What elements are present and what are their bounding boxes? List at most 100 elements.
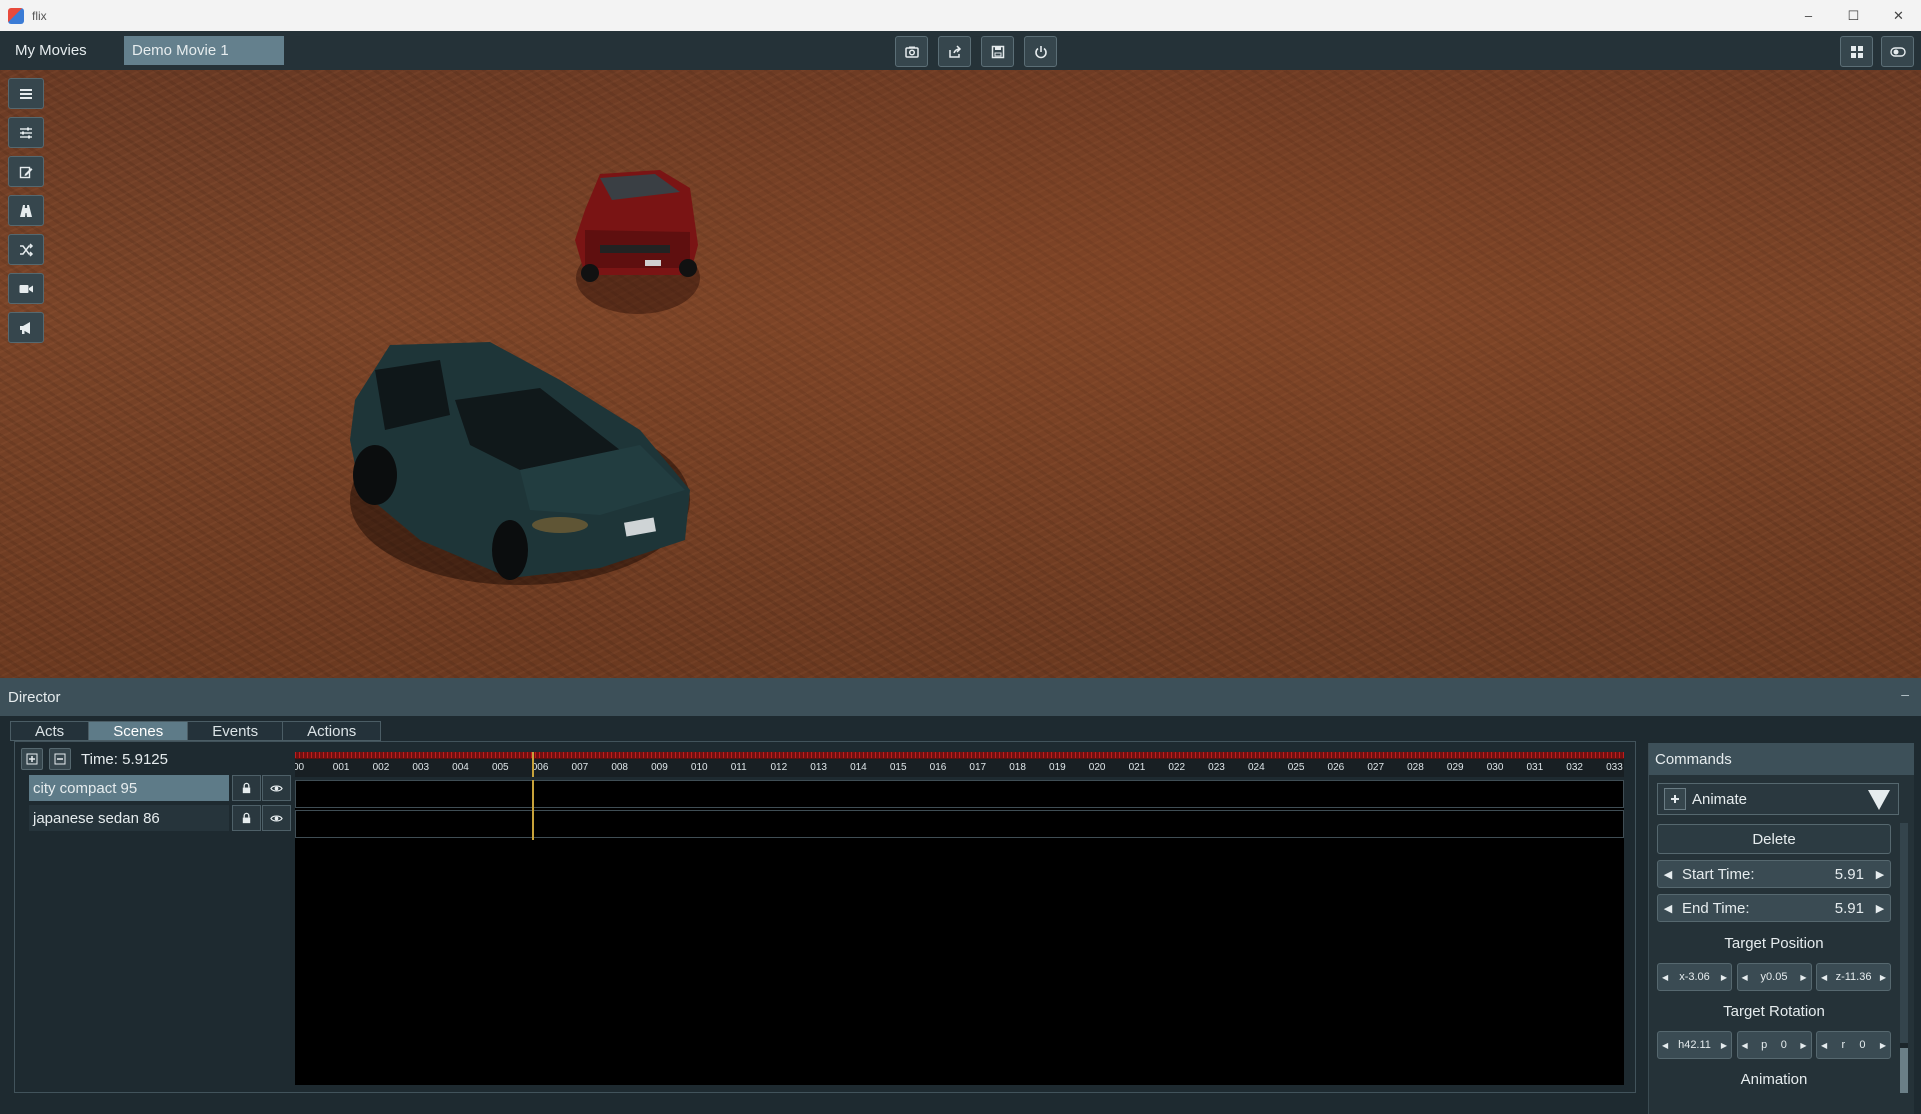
viewport-scene-render [350,170,700,585]
chevron-down-icon[interactable] [1868,790,1890,810]
ruler-tick-label: 019 [1049,762,1066,773]
position-x-stepper[interactable]: ◀ x-3.06 ▶ [1657,963,1732,991]
ruler-marks [295,752,1624,759]
decrement-arrow-icon[interactable]: ◀ [1658,902,1678,915]
share-button[interactable] [938,36,971,67]
increment-arrow-icon[interactable]: ▶ [1870,868,1890,881]
rotation-p-stepper[interactable]: ◀ p 0 ▶ [1736,1031,1812,1059]
layout-button[interactable] [1840,36,1873,67]
ruler-tick-label: 016 [929,762,947,773]
tab-acts[interactable]: Acts [10,721,89,741]
sliders-icon [20,127,32,138]
ruler-tick-label: 018 [1009,762,1026,773]
start-time-value[interactable]: 5.91 [1835,866,1870,883]
ruler-ticks: 00 001 002 003 004 005 006 007 008 009 010 011 012 01… [295,762,1624,776]
command-type-value: Animate [1692,790,1748,808]
visibility-button[interactable] [262,805,291,831]
lock-icon [242,812,251,823]
app-toolbar: My Movies Demo Movie 1 [0,31,1921,70]
ruler-tick-label: 007 [571,762,589,773]
start-time-stepper[interactable]: ◀ Start Time: 5.91 ▶ [1657,860,1891,888]
shuffle-button[interactable] [8,234,44,265]
window-title: flix [32,8,47,23]
end-time-label: End Time: [1682,899,1750,917]
ruler-tick-label: 005 [491,762,509,773]
ruler-tick-label: 001 [332,762,350,773]
window-titlebar: flix – ☐ ✕ [0,0,1921,31]
end-time-stepper[interactable]: ◀ End Time: 5.91 ▶ [1657,894,1891,922]
timeline-lane[interactable] [295,810,1624,838]
timeline-canvas[interactable] [295,780,1624,1085]
ruler-tick-label: 013 [810,762,827,773]
tab-my-movies[interactable]: My Movies [7,36,95,65]
rotation-r-stepper[interactable]: ◀ r 0 ▶ [1816,1031,1891,1059]
plus-icon [1671,795,1679,803]
rotation-p-label: p [1761,1039,1768,1051]
maximize-button[interactable]: ☐ [1831,0,1876,31]
edit-button[interactable] [8,156,44,187]
ruler-tick-label: 030 [1486,762,1504,773]
timeline-lane[interactable] [295,780,1624,808]
commands-scrollbar[interactable] [1900,823,1908,1093]
screenshot-button[interactable] [895,36,928,67]
track-name[interactable]: city compact 95 [29,775,229,801]
end-time-value[interactable]: 5.91 [1835,900,1870,917]
sliders-button[interactable] [8,117,44,148]
lock-button[interactable] [232,805,261,831]
share-icon [948,44,961,58]
ruler-tick-label: 011 [730,762,747,773]
ruler-tick-label: 014 [850,762,867,773]
track-row: japanese sedan 86 [29,804,291,832]
rotation-h-stepper[interactable]: ◀ h42.11 ▶ [1657,1031,1732,1059]
ruler-tick-label: 032 [1566,762,1583,773]
tab-events[interactable]: Events [187,721,283,741]
ruler-tick-label: 031 [1526,762,1544,773]
ruler-tick-label: 023 [1208,762,1225,773]
timeline-playhead[interactable] [532,780,535,840]
video-camera-button[interactable] [8,273,44,304]
add-command-button[interactable] [1664,788,1686,810]
minimize-button[interactable]: – [1786,0,1831,31]
ruler-tick-label: 028 [1407,762,1424,773]
position-z-value[interactable]: z-11.36 [1836,971,1872,983]
rotation-h-value[interactable]: h42.11 [1678,1039,1711,1051]
position-y-value[interactable]: y0.05 [1761,971,1788,983]
power-button[interactable] [1024,36,1057,67]
track-name[interactable]: japanese sedan 86 [29,805,229,831]
app-logo-icon [8,7,24,24]
director-minimize-button[interactable]: – [1901,686,1909,702]
view-toggle-button[interactable] [1881,36,1914,67]
increment-arrow-icon[interactable]: ▶ [1870,902,1890,915]
ruler-tick-label: 012 [770,762,788,773]
scene-viewport[interactable] [0,70,1921,678]
ruler-tick-label: 002 [372,762,390,773]
command-type-select[interactable]: Animate [1657,783,1899,815]
decrement-arrow-icon[interactable]: ◀ [1658,868,1678,881]
position-y-stepper[interactable]: ◀ y0.05 ▶ [1736,963,1812,991]
ruler-playhead[interactable] [532,752,535,777]
megaphone-button[interactable] [8,312,44,343]
rotation-r-label: r [1841,1039,1846,1051]
visibility-button[interactable] [262,775,291,801]
tab-scenes[interactable]: Scenes [88,721,188,741]
track-list: city compact 95 japanese sedan 86 [29,774,291,834]
delete-button[interactable]: Delete [1657,824,1891,854]
close-button[interactable]: ✕ [1876,0,1921,31]
timeline-ruler[interactable]: 00 001 002 003 004 005 006 007 008 009 010 011 012 01… [295,752,1624,777]
tab-demo-movie[interactable]: Demo Movie 1 [124,36,284,65]
position-x-value[interactable]: x-3.06 [1679,971,1710,983]
menu-icon [20,88,32,99]
scrollbar-thumb[interactable] [1900,1048,1908,1093]
save-button[interactable] [981,36,1014,67]
add-track-button[interactable] [21,748,43,770]
eye-icon [270,814,283,822]
remove-track-button[interactable] [49,748,71,770]
rotation-r-value[interactable]: 0 [1859,1039,1865,1051]
lock-button[interactable] [232,775,261,801]
position-z-stepper[interactable]: ◀ z-11.36 ▶ [1816,963,1891,991]
ruler-tick-label: 003 [412,762,430,773]
tab-actions[interactable]: Actions [282,721,382,741]
rotation-p-value[interactable]: 0 [1781,1039,1787,1051]
road-button[interactable] [8,195,44,226]
menu-button[interactable] [8,78,44,109]
